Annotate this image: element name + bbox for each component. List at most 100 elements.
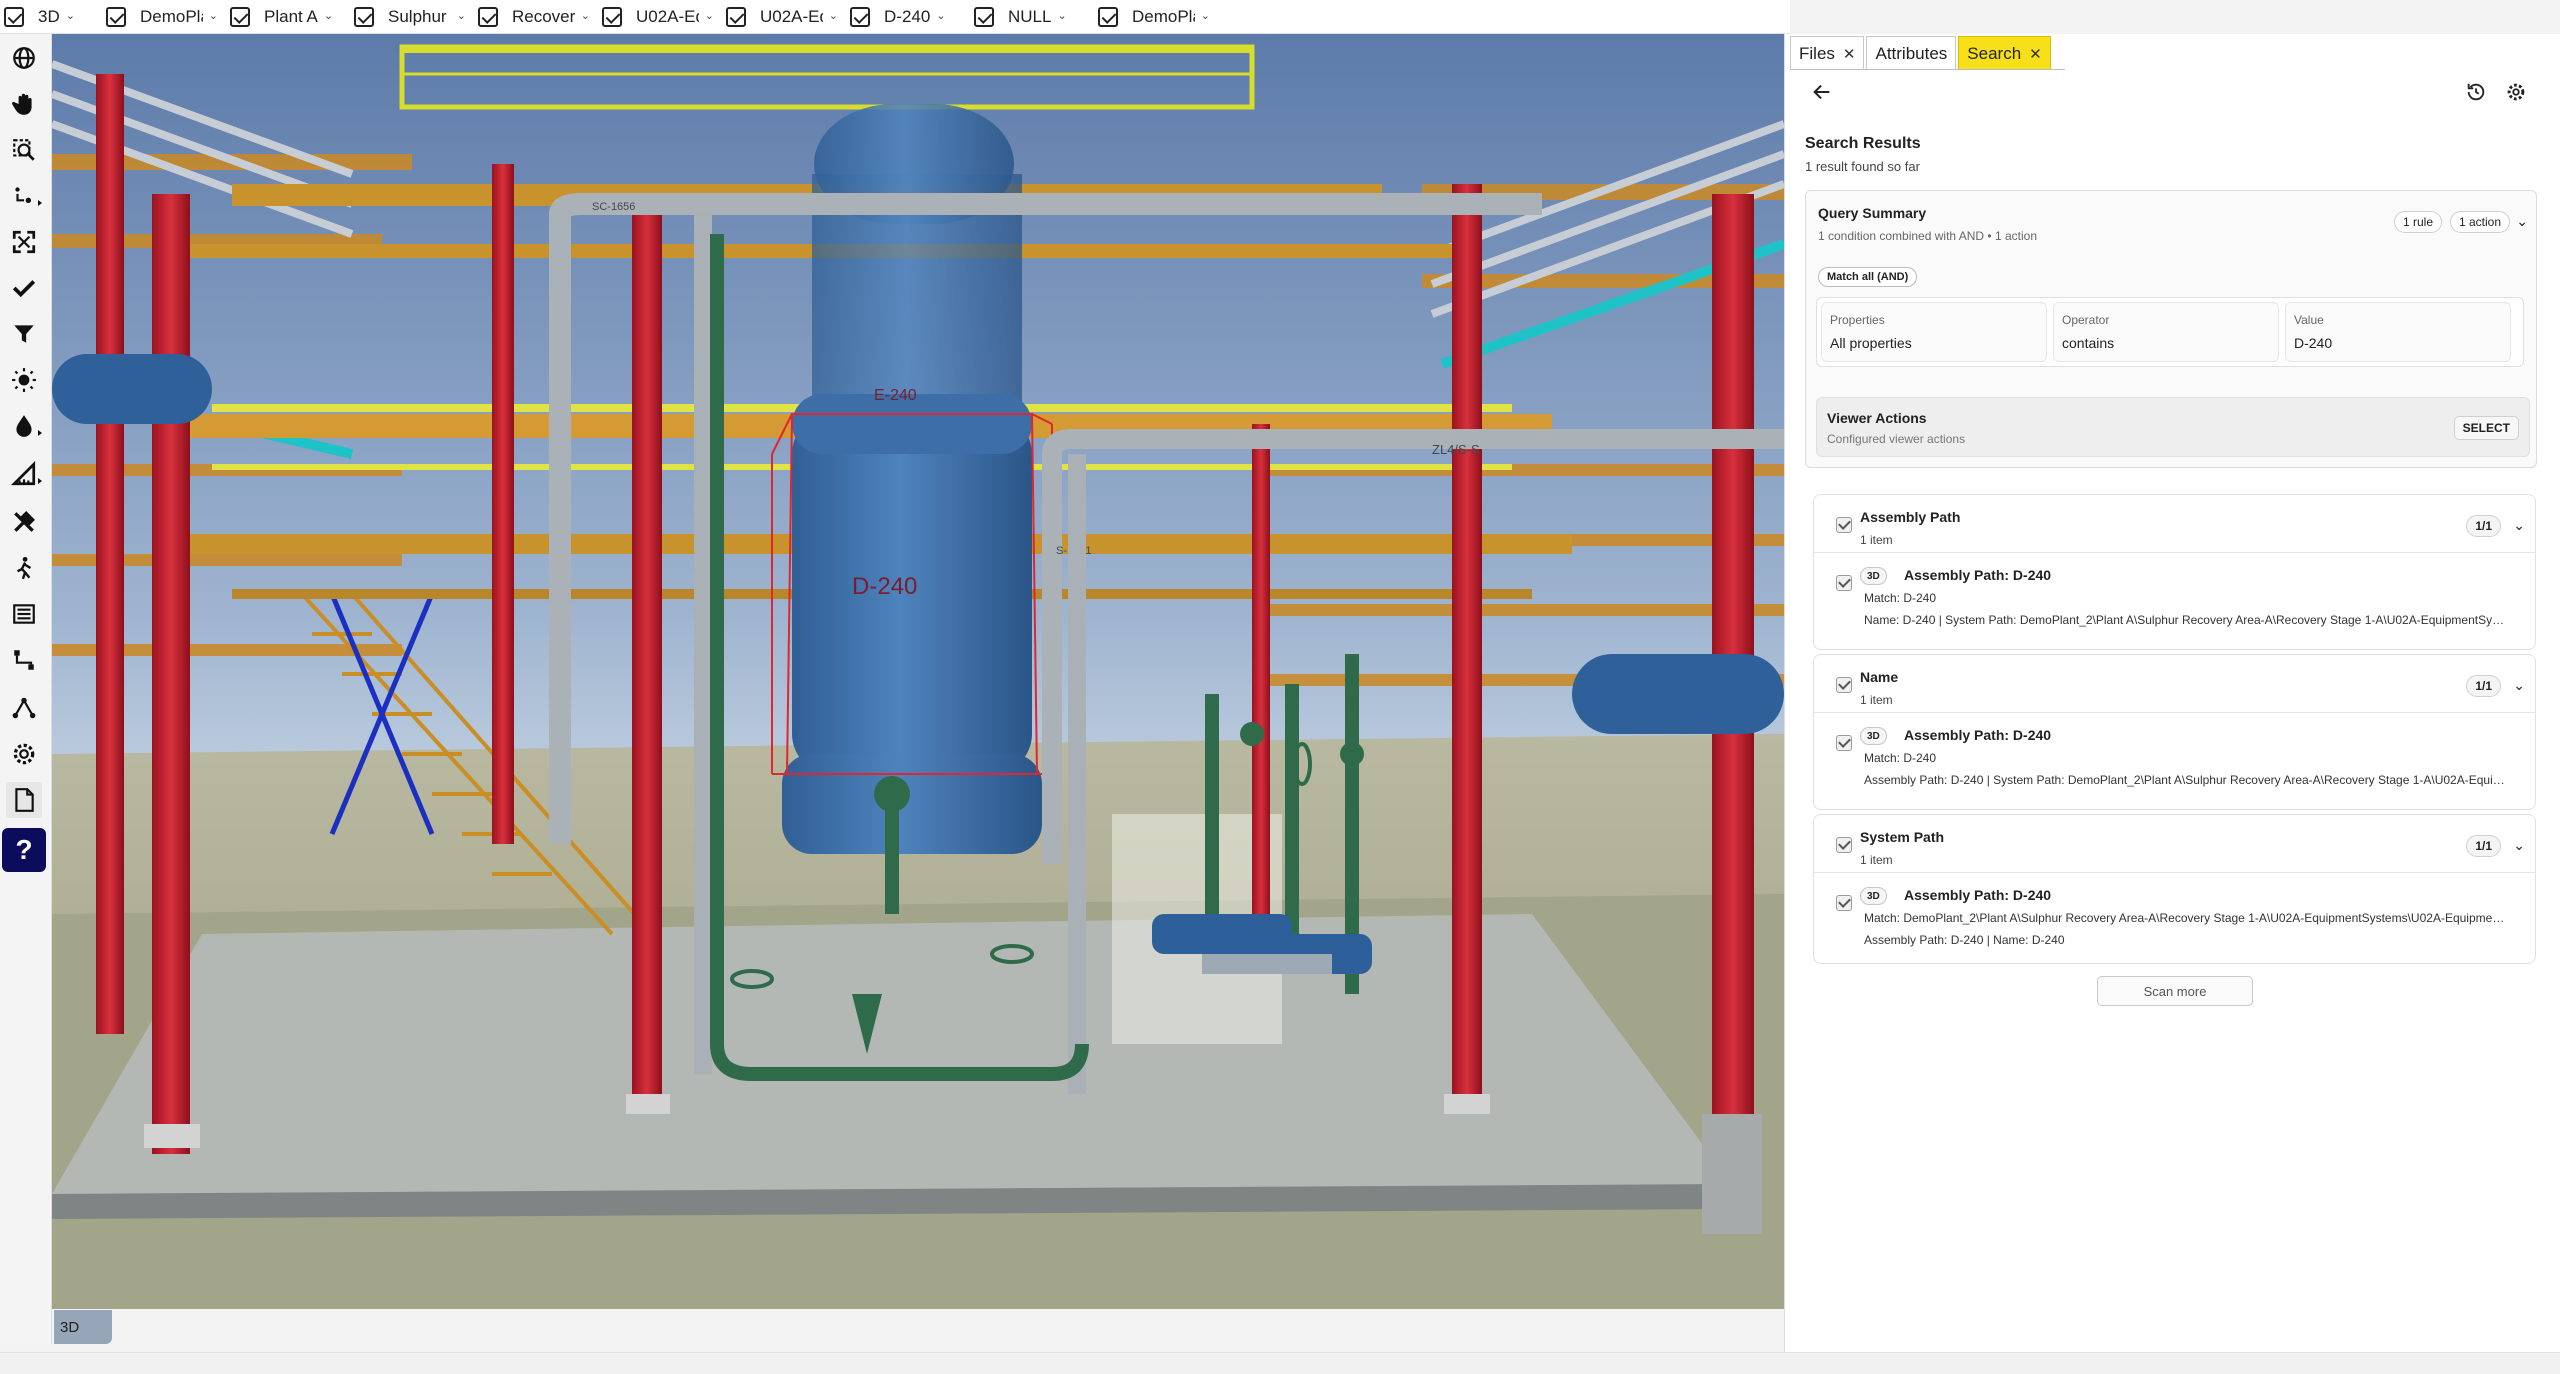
query-summary-title: Query Summary (1818, 205, 1927, 221)
result-checkbox[interactable] (1836, 735, 1852, 751)
filter-icon[interactable] (6, 316, 42, 352)
chevron-down-icon[interactable]: ⌄ (705, 11, 714, 22)
top-vessel-tag: E-240 (874, 387, 917, 404)
breadcrumb-item-demoplan-2[interactable]: DemoPlan⌄ (1098, 0, 1210, 34)
fit-extents-icon[interactable] (6, 224, 42, 260)
result-match: Match: D-240 (1864, 751, 1937, 765)
operator-field[interactable]: Operator contains (2053, 302, 2279, 362)
breadcrumb-item-null[interactable]: NULL ⌄ (974, 0, 1086, 34)
result-group-name: Name 1 item 1/1 ⌄ 3D Assembly Path: D-24… (1813, 654, 2536, 810)
chevron-down-icon[interactable]: ⌄ (1201, 11, 1210, 22)
settings-icon[interactable] (6, 736, 42, 772)
list-icon[interactable] (6, 596, 42, 632)
checkbox-icon[interactable] (354, 6, 374, 27)
walk-icon[interactable] (6, 550, 42, 586)
plant-scene: D-240 E-240 ZL4/S-S SC-1656 S-1671 (52, 34, 1784, 1309)
breadcrumb-item-demoplan[interactable]: DemoPlan⌄ (106, 0, 218, 34)
check-icon[interactable] (6, 270, 42, 306)
chevron-down-icon[interactable]: ⌄ (829, 11, 838, 22)
help-icon: ? (15, 834, 33, 865)
close-icon[interactable]: ✕ (1843, 45, 1856, 63)
view-mode-label: 3D (54, 1310, 112, 1344)
result-item[interactable]: 3D Assembly Path: D-240 Match: DemoPlant… (1814, 873, 2535, 971)
query-summary-subtitle: 1 condition combined with AND • 1 action (1818, 229, 2037, 243)
close-icon[interactable]: ✕ (2029, 45, 2042, 63)
actions-count-badge: 1 action (2449, 211, 2510, 233)
3d-viewport[interactable]: D-240 E-240 ZL4/S-S SC-1656 S-1671 (52, 34, 1784, 1309)
select-action-button[interactable]: SELECT (2453, 416, 2519, 440)
checkbox-icon[interactable] (478, 6, 498, 27)
breadcrumb-item-u02a-equi[interactable]: U02A-Equi⌄ (602, 0, 714, 34)
checkbox-icon[interactable] (850, 6, 870, 27)
gear-icon[interactable] (2502, 78, 2530, 106)
zoom-window-icon[interactable] (6, 132, 42, 168)
chevron-down-icon[interactable]: ⌄ (1057, 11, 1066, 22)
breadcrumb-item-plant-a[interactable]: Plant A ⌄ (230, 0, 342, 34)
tools-icon[interactable] (6, 504, 42, 540)
group-header[interactable]: Assembly Path 1 item 1/1 ⌄ (1814, 495, 2535, 553)
tab-files[interactable]: Files ✕ (1790, 36, 1865, 70)
chevron-down-icon[interactable]: ⌄ (581, 11, 590, 22)
tab-attributes[interactable]: Attributes (1866, 36, 1957, 70)
help-button[interactable]: ? (2, 828, 46, 872)
network-icon[interactable] (6, 690, 42, 726)
chevron-down-icon[interactable]: ⌄ (2513, 837, 2525, 854)
result-item[interactable]: 3D Assembly Path: D-240 Match: D-240 Nam… (1814, 553, 2535, 651)
result-checkbox[interactable] (1836, 575, 1852, 591)
hand-pan-icon[interactable] (6, 86, 42, 122)
result-item[interactable]: 3D Assembly Path: D-240 Match: D-240 Ass… (1814, 713, 2535, 811)
measure-icon[interactable] (6, 456, 42, 492)
3d-badge: 3D (1860, 887, 1887, 905)
breadcrumb-item-sulphur[interactable]: Sulphur R⌄ (354, 0, 466, 34)
properties-field[interactable]: Properties All properties (1821, 302, 2047, 362)
breadcrumb-item-d-240[interactable]: D-240 ⌄ (850, 0, 962, 34)
history-icon[interactable] (2462, 78, 2490, 106)
breadcrumb-item-recovery[interactable]: Recovery S⌄ (478, 0, 590, 34)
checkbox-icon[interactable] (974, 6, 994, 27)
chevron-down-icon[interactable]: ⌄ (209, 11, 218, 22)
checkbox-icon[interactable] (106, 6, 126, 27)
chevron-down-icon[interactable]: ⌄ (2513, 517, 2525, 534)
back-arrow-icon[interactable] (1808, 78, 1836, 106)
connect-icon[interactable] (6, 642, 42, 678)
viewer-actions-row: Viewer Actions Configured viewer actions… (1816, 397, 2530, 457)
app-root: 3D⌄ DemoPlan⌄ Plant A⌄ Sulphur R⌄ Recove… (0, 0, 2560, 1374)
checkbox-icon[interactable] (1098, 6, 1118, 27)
breadcrumb-item-u02a-equ[interactable]: U02A-Equ⌄ (726, 0, 838, 34)
group-checkbox[interactable] (1836, 837, 1852, 853)
result-checkbox[interactable] (1836, 895, 1852, 911)
group-count-badge: 1/1 (2466, 835, 2501, 857)
result-title: Assembly Path: D-240 (1904, 887, 2052, 903)
tab-search[interactable]: Search ✕ (1958, 36, 2051, 70)
chevron-down-icon[interactable]: ⌄ (2516, 213, 2528, 230)
scan-more-button[interactable]: Scan more (2097, 976, 2253, 1006)
chevron-down-icon[interactable]: ⌄ (324, 11, 333, 22)
checkbox-icon[interactable] (726, 6, 746, 27)
globe-icon[interactable] (6, 40, 42, 76)
result-match: Match: DemoPlant_2\Plant A\Sulphur Recov… (1864, 911, 2510, 925)
value-field[interactable]: Value D-240 (2285, 302, 2511, 362)
chevron-down-icon[interactable]: ⌄ (936, 11, 945, 22)
section-icon[interactable] (6, 178, 42, 214)
checkbox-icon[interactable] (230, 6, 250, 27)
chevron-down-icon[interactable]: ⌄ (457, 11, 466, 22)
chevron-down-icon[interactable]: ⌄ (66, 11, 75, 22)
match-mode-badge: Match all (AND) (1818, 267, 1918, 287)
breadcrumb-item-3d[interactable]: 3D ⌄ (4, 0, 94, 34)
document-icon[interactable] (6, 782, 42, 818)
group-header[interactable]: System Path 1 item 1/1 ⌄ (1814, 815, 2535, 873)
search-results-title: Search Results (1805, 135, 1921, 152)
viewer-actions-title: Viewer Actions (1827, 410, 1927, 426)
panel-tabs: Files ✕ Attributes Search ✕ (1790, 34, 2053, 70)
chevron-down-icon[interactable]: ⌄ (2513, 677, 2525, 694)
group-header[interactable]: Name 1 item 1/1 ⌄ (1814, 655, 2535, 713)
group-checkbox[interactable] (1836, 677, 1852, 693)
checkbox-icon[interactable] (602, 6, 622, 27)
checkbox-icon[interactable] (4, 6, 24, 27)
query-summary-card: Query Summary 1 condition combined with … (1805, 190, 2537, 468)
result-group-system-path: System Path 1 item 1/1 ⌄ 3D Assembly Pat… (1813, 814, 2536, 964)
drop-icon[interactable] (6, 408, 42, 444)
group-checkbox[interactable] (1836, 517, 1852, 533)
pipe-tag-1: ZL4/S-S (1432, 442, 1480, 457)
light-icon[interactable] (6, 362, 42, 398)
